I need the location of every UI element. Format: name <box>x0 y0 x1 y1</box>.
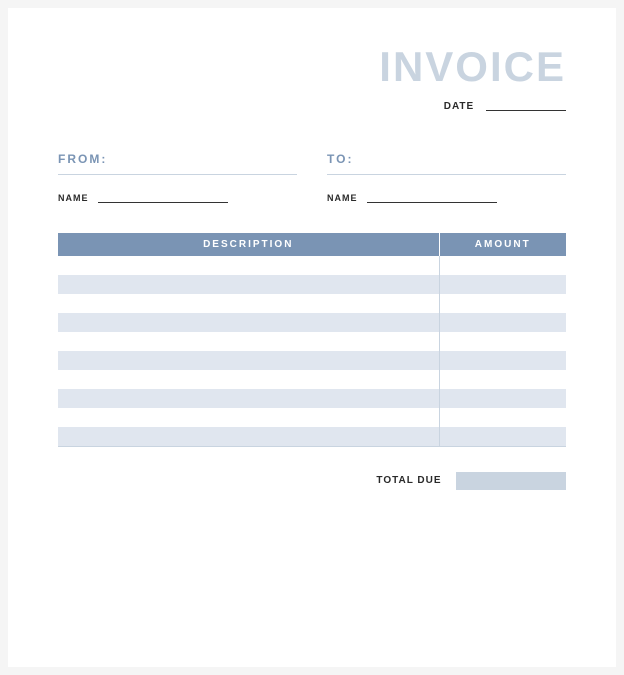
cell-amt[interactable] <box>439 351 566 370</box>
cell-amt[interactable] <box>439 294 566 313</box>
date-row: DATE <box>58 101 566 112</box>
cell-amt[interactable] <box>439 313 566 332</box>
invoice-table: DESCRIPTION AMOUNT <box>58 233 566 447</box>
total-row: TOTAL DUE <box>58 472 566 490</box>
table-row <box>58 275 566 294</box>
from-section: FROM: NAME <box>58 152 297 203</box>
table-row <box>58 389 566 408</box>
cell-amt[interactable] <box>439 256 566 275</box>
cell-desc[interactable] <box>58 389 439 408</box>
cell-amt[interactable] <box>439 389 566 408</box>
from-name-field[interactable] <box>98 195 228 203</box>
parties-section: FROM: NAME TO: NAME <box>58 152 566 203</box>
invoice-table-body <box>58 256 566 446</box>
invoice-title: INVOICE <box>58 43 566 91</box>
cell-desc[interactable] <box>58 427 439 446</box>
table-row <box>58 408 566 427</box>
cell-desc[interactable] <box>58 408 439 427</box>
cell-amt[interactable] <box>439 427 566 446</box>
from-name-row: NAME <box>58 193 297 203</box>
table-row <box>58 332 566 351</box>
cell-desc[interactable] <box>58 332 439 351</box>
table-row <box>58 256 566 275</box>
table-row <box>58 370 566 389</box>
total-label: TOTAL DUE <box>376 475 441 486</box>
to-section: TO: NAME <box>327 152 566 203</box>
col-amount: AMOUNT <box>439 233 566 256</box>
table-row <box>58 313 566 332</box>
cell-desc[interactable] <box>58 256 439 275</box>
cell-amt[interactable] <box>439 370 566 389</box>
cell-desc[interactable] <box>58 275 439 294</box>
table-row <box>58 294 566 313</box>
to-name-row: NAME <box>327 193 566 203</box>
cell-desc[interactable] <box>58 370 439 389</box>
from-label: FROM: <box>58 152 297 175</box>
date-field[interactable] <box>486 101 566 111</box>
total-value-box[interactable] <box>456 472 566 490</box>
table-row <box>58 427 566 446</box>
col-description: DESCRIPTION <box>58 233 439 256</box>
cell-desc[interactable] <box>58 313 439 332</box>
cell-desc[interactable] <box>58 294 439 313</box>
to-name-field[interactable] <box>367 195 497 203</box>
cell-amt[interactable] <box>439 275 566 294</box>
cell-amt[interactable] <box>439 332 566 351</box>
to-label: TO: <box>327 152 566 175</box>
invoice-page: INVOICE DATE FROM: NAME TO: NAME DESCRIP… <box>8 8 616 667</box>
table-row <box>58 351 566 370</box>
cell-desc[interactable] <box>58 351 439 370</box>
cell-amt[interactable] <box>439 408 566 427</box>
date-label: DATE <box>444 101 474 112</box>
from-name-label: NAME <box>58 193 89 203</box>
to-name-label: NAME <box>327 193 358 203</box>
